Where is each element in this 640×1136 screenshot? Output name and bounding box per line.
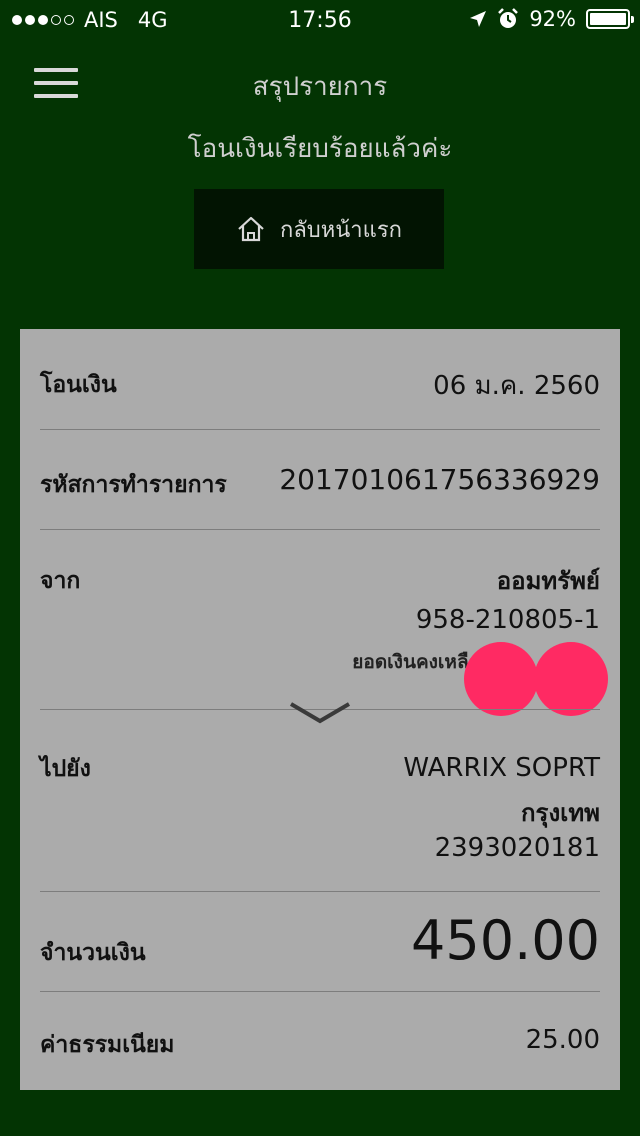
from-label: จาก — [40, 568, 81, 594]
reference-number: 20170106175633692​9 — [279, 463, 600, 496]
transfer-date-row: โอนเงิน 06 ม.ค. 2560 — [40, 365, 600, 405]
amount-label: จำนวนเงิน — [40, 940, 146, 966]
from-account-name: ออมทรัพย์ — [496, 567, 600, 595]
to-name: WARRIX SOPRT — [403, 753, 600, 783]
fee-label: ค่าธรรมเนียม — [40, 1032, 175, 1058]
battery-icon — [586, 9, 634, 29]
from-balance-label: ยอดเงินคงเหลือ — [352, 651, 480, 673]
reference-label: รหัสการทำรายการ — [40, 472, 227, 498]
amount-value: 450.00 — [411, 909, 600, 972]
transaction-summary-card: โอนเงิน 06 ม.ค. 2560 รหัสการทำรายการ 201… — [20, 329, 620, 1090]
status-right: 92% — [469, 7, 634, 31]
divider — [40, 429, 600, 430]
battery-percent: 92% — [529, 7, 576, 31]
home-button[interactable]: กลับหน้าแรก — [194, 189, 444, 269]
status-bar: AIS 4G 17:56 92% — [0, 0, 640, 40]
fee-value: 25.00 — [525, 1025, 600, 1055]
to-account-number: 2393020181 — [434, 833, 600, 863]
redaction-mark — [534, 642, 608, 716]
alarm-icon — [498, 8, 519, 28]
divider — [40, 529, 600, 530]
transfer-date: 06 ม.ค. 2560 — [433, 371, 600, 401]
location-arrow-icon — [470, 11, 487, 27]
to-account-row: ไปยัง WARRIX SOPRT กรุงเทพ 2393020181 — [40, 749, 600, 879]
fee-row: ค่าธรรมเนียม 25.00 — [40, 1025, 600, 1065]
redaction-mark — [464, 642, 538, 716]
transfer-label: โอนเงิน — [40, 372, 117, 398]
chevron-down-icon[interactable] — [289, 701, 351, 725]
divider — [40, 891, 600, 892]
home-icon — [238, 216, 264, 242]
reference-row: รหัสการทำรายการ 20170106175633692​9 — [40, 463, 600, 503]
home-button-label: กลับหน้าแรก — [280, 217, 402, 243]
to-bank: กรุงเทพ — [521, 799, 600, 827]
divider — [40, 991, 600, 992]
to-label: ไปยัง — [40, 756, 91, 782]
success-message: โอนเงินเรียบร้อยแล้วค่ะ — [187, 134, 453, 164]
from-account-number: 958-210805-1 — [415, 605, 600, 635]
page-title: สรุปรายการ — [252, 72, 388, 102]
amount-row: จำนวนเงิน 450.00 — [40, 909, 600, 979]
